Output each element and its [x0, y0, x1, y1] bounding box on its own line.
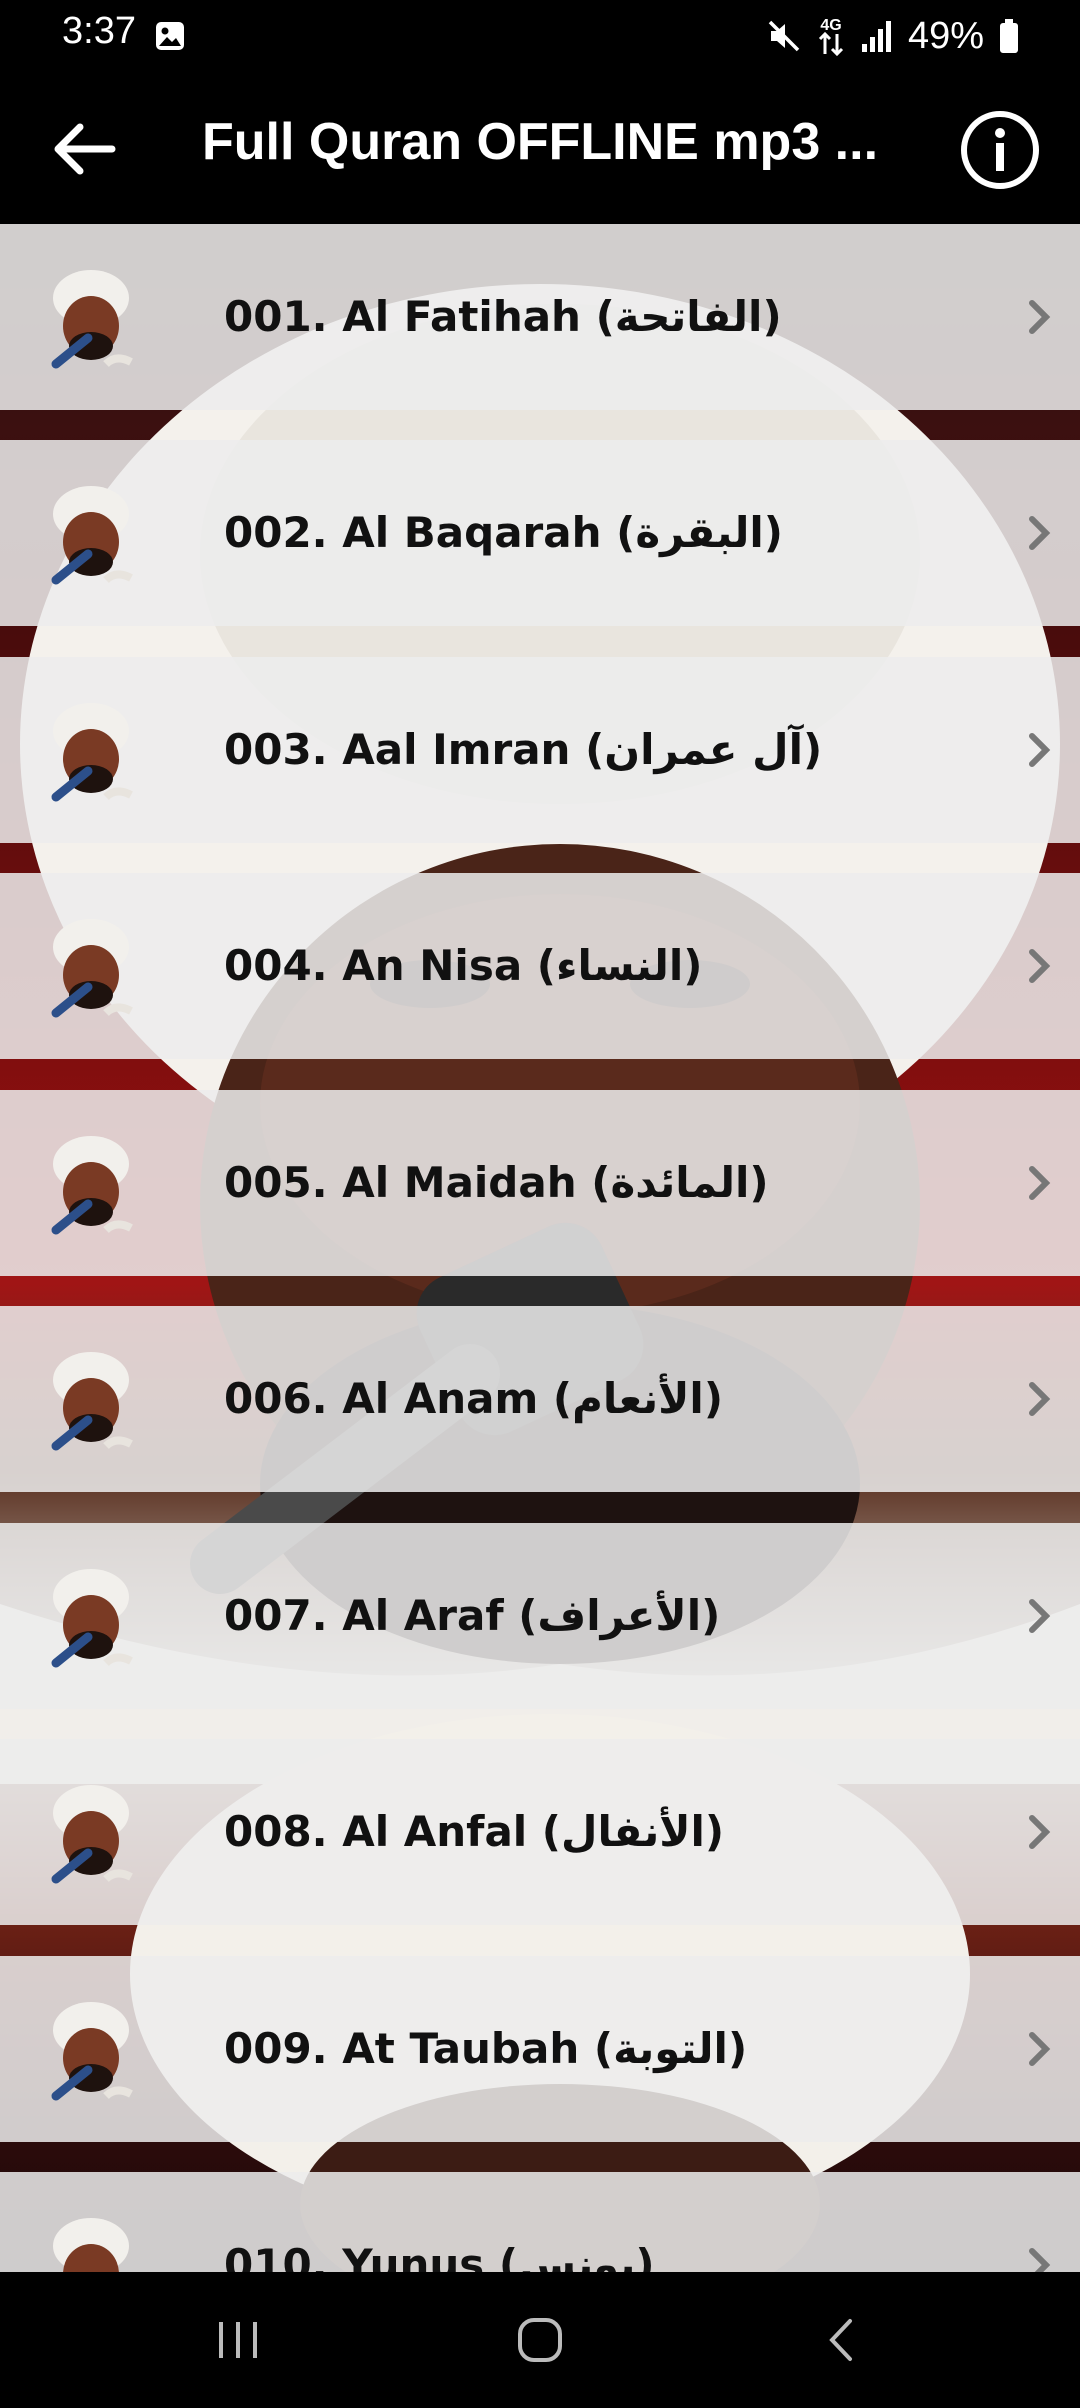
- surah-title: 003. Aal Imran (آل عمران): [224, 725, 823, 774]
- back-icon: [829, 2319, 852, 2361]
- back-button[interactable]: [38, 104, 128, 194]
- reciter-thumbnail: [51, 919, 133, 1018]
- status-bar: 3:37 4G 49%: [0, 0, 1080, 74]
- chevron-right-icon: [1029, 733, 1051, 767]
- surah-title: 005. Al Maidah (المائدة): [224, 1158, 769, 1207]
- svg-text:4G: 4G: [820, 17, 841, 34]
- network-4g-icon: 4G: [818, 17, 843, 57]
- app-title: Full Quran OFFLINE mp3 ...: [202, 113, 879, 171]
- list-item-surah-009[interactable]: 009. At Taubah (التوبة): [0, 1956, 1080, 2142]
- list-item-surah-001[interactable]: 001. Al Fatihah (الفاتحة): [0, 224, 1080, 410]
- surah-title: 009. At Taubah (التوبة): [224, 2024, 748, 2073]
- surah-title: 001. Al Fatihah (الفاتحة): [224, 292, 782, 341]
- reciter-thumbnail: [51, 486, 133, 585]
- mute-icon: [768, 20, 800, 52]
- info-button[interactable]: [952, 102, 1048, 198]
- chevron-right-icon: [1029, 2248, 1051, 2272]
- home-button[interactable]: [480, 2302, 600, 2378]
- info-icon: [961, 111, 1039, 189]
- surah-title: 002. Al Baqarah (البقرة): [224, 508, 783, 557]
- list-item-surah-005[interactable]: 005. Al Maidah (المائدة): [0, 1090, 1080, 1276]
- reciter-thumbnail: [51, 703, 133, 802]
- chevron-right-icon: [1029, 1599, 1051, 1633]
- signal-icon: [861, 21, 891, 52]
- battery-icon: [1000, 19, 1018, 53]
- reciter-thumbnail: [53, 2218, 129, 2272]
- chevron-right-icon: [1029, 949, 1051, 983]
- chevron-right-icon: [1029, 1166, 1051, 1200]
- reciter-thumbnail: [51, 270, 133, 369]
- surah-title: 010. Yunus (يونس): [224, 2240, 655, 2272]
- gallery-icon: [156, 22, 184, 50]
- list-item-surah-004[interactable]: 004. An Nisa (النساء): [0, 873, 1080, 1059]
- chevron-right-icon: [1029, 1382, 1051, 1416]
- reciter-thumbnail: [51, 1136, 133, 1235]
- list-item-surah-003[interactable]: 003. Aal Imran (آل عمران): [0, 657, 1080, 843]
- surah-list-container[interactable]: 001. Al Fatihah (الفاتحة) 002. Al Baqara…: [0, 224, 1080, 2272]
- list-item-surah-007[interactable]: 007. Al Araf (الأعراف): [0, 1523, 1080, 1709]
- chevron-right-icon: [1029, 1815, 1051, 1849]
- list-item-surah-006[interactable]: 006. Al Anam (الأنعام): [0, 1306, 1080, 1492]
- home-icon: [518, 2318, 562, 2362]
- list-item-surah-008[interactable]: 008. Al Anfal (الأنفال): [0, 1739, 1080, 1925]
- chevron-right-icon: [1029, 516, 1051, 550]
- reciter-thumbnail: [51, 2002, 133, 2101]
- app-bar: Full Quran OFFLINE mp3 ...: [0, 74, 1080, 224]
- recent-apps-icon: [219, 2322, 257, 2358]
- chevron-right-icon: [1029, 300, 1051, 334]
- system-back-button[interactable]: [782, 2302, 902, 2378]
- surah-title: 007. Al Araf (الأعراف): [224, 1591, 721, 1640]
- reciter-thumbnail: [51, 1569, 133, 1668]
- arrow-left-icon: [54, 123, 116, 175]
- chevron-right-icon: [1029, 2032, 1051, 2066]
- surah-title: 004. An Nisa (النساء): [224, 941, 703, 990]
- navigation-bar: [0, 2272, 1080, 2408]
- reciter-thumbnail: [51, 1785, 133, 1884]
- status-icons: 4G 49%: [766, 10, 1020, 62]
- surah-title: 006. Al Anam (الأنعام): [224, 1374, 724, 1423]
- surah-title: 008. Al Anfal (الأنفال): [224, 1807, 725, 1856]
- list-item-surah-010[interactable]: 010. Yunus (يونس): [0, 2172, 1080, 2272]
- reciter-thumbnail: [51, 1352, 133, 1451]
- list-item-surah-002[interactable]: 002. Al Baqarah (البقرة): [0, 440, 1080, 626]
- battery-percentage: 49%: [907, 14, 984, 57]
- status-time: 3:37: [62, 10, 136, 52]
- screen: 3:37 4G 49% Full Quran OFFLINE mp3 ... 0…: [0, 0, 1080, 2408]
- recent-apps-button[interactable]: [178, 2302, 298, 2378]
